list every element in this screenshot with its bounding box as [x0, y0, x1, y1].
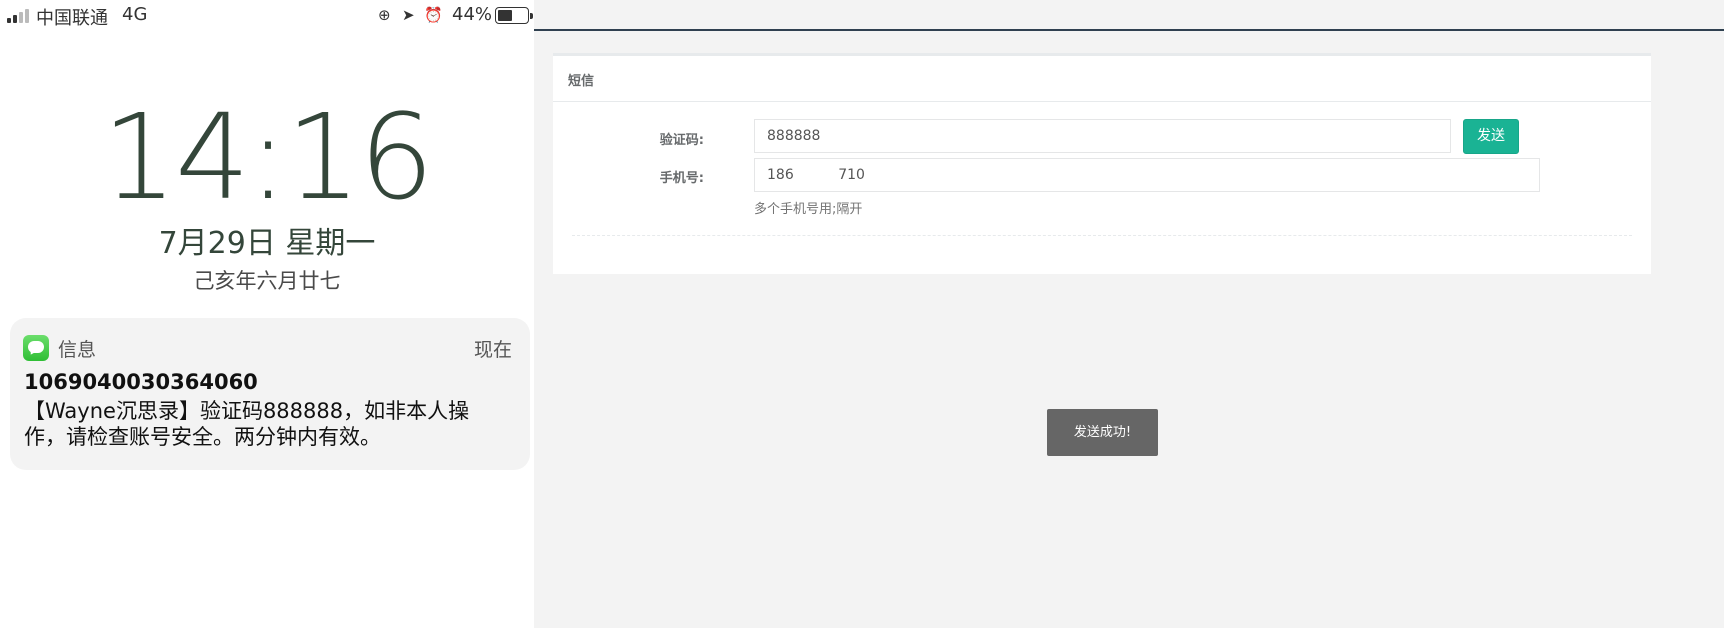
lock-screen-lunar-date: 己亥年六月廿七: [193, 269, 341, 293]
sms-panel: 短信 验证码: 发送 手机号: 多个手机号用;隔开: [553, 53, 1651, 274]
alarm-icon: ⏰: [424, 6, 443, 24]
phone-help-text: 多个手机号用;隔开: [754, 202, 863, 217]
messages-app-icon: [23, 335, 49, 361]
sms-notification[interactable]: 信息 现在 1069040030364060 【Wayne沉思录】验证码8888…: [10, 318, 530, 470]
network-type: 4G: [122, 4, 148, 25]
top-bar: [534, 0, 1724, 31]
success-toast: 发送成功!: [1047, 409, 1158, 456]
carrier-name: 中国联通: [36, 8, 108, 29]
status-bar: 中国联通 4G ⊕ ➤ ⏰ 44%: [0, 0, 534, 32]
signal-strength-icon: [7, 9, 33, 23]
lock-screen-time: 14:16: [101, 88, 434, 226]
code-label: 验证码:: [659, 133, 704, 148]
notification-message: 【Wayne沉思录】验证码888888，如非本人操作，请检查账号安全。两分钟内有…: [24, 399, 470, 449]
notification-time: 现在: [473, 339, 512, 361]
status-icons: ⊕ ➤ ⏰: [378, 6, 448, 28]
notification-sender: 1069040030364060: [24, 370, 258, 394]
location-arrow-icon: ➤: [402, 6, 415, 24]
rotation-lock-icon: ⊕: [378, 6, 391, 24]
code-input[interactable]: [754, 119, 1451, 153]
panel-title: 短信: [553, 56, 1651, 102]
phone-label: 手机号:: [659, 171, 704, 186]
battery-percent: 44%: [452, 4, 493, 25]
notification-app-name: 信息: [58, 339, 97, 361]
battery-icon: [495, 7, 533, 24]
sms-admin-page: 短信 验证码: 发送 手机号: 多个手机号用;隔开 发送成功!: [534, 0, 1724, 628]
phone-lock-screen: 中国联通 4G ⊕ ➤ ⏰ 44% 14:16 7月29日 星期一 己亥年六月廿…: [0, 0, 534, 628]
divider: [572, 235, 1632, 236]
lock-screen-date: 7月29日 星期一: [158, 226, 376, 261]
battery-fill: [498, 10, 513, 21]
phone-input[interactable]: [754, 158, 1540, 192]
send-button[interactable]: 发送: [1463, 119, 1519, 154]
